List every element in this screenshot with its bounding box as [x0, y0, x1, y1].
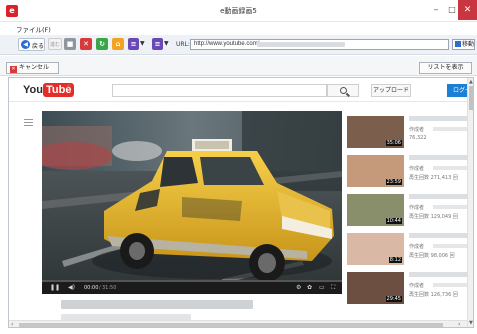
menu-file[interactable]: ファイル(F) [16, 24, 51, 34]
volume-icon[interactable]: ◀) [68, 284, 75, 291]
youtube-logo-you[interactable]: You [23, 84, 43, 96]
action-bar: ✕ キャンセル リストを表示 [0, 56, 477, 76]
menu-bar: ファイル(F) [0, 23, 477, 35]
video-thumbnail[interactable]: 29:45 [347, 272, 404, 304]
current-time: 00:00 [84, 285, 99, 291]
related-views: 再生回数 126,736 回 [409, 292, 458, 298]
horizontal-scroll-thumb[interactable] [19, 323, 443, 327]
related-channel: 作成者 [409, 205, 425, 211]
youtube-header: You Tube JP アップロード ログイ [9, 78, 473, 102]
related-video-item[interactable]: 8:12 作成者再生回数 98,006 回 [347, 233, 472, 265]
youtube-search-input[interactable] [112, 84, 327, 97]
url-label: URL: [176, 41, 190, 48]
cancel-button[interactable]: ✕ キャンセル [6, 62, 59, 74]
title-bar: e e動画録画5 – □ ✕ [0, 0, 477, 22]
guide-menu-icon[interactable] [24, 119, 33, 128]
cancel-icon: ✕ [10, 66, 17, 73]
scroll-left-icon[interactable]: ‹ [11, 321, 13, 327]
thumbnail-duration: 10:44 [385, 218, 402, 224]
related-channel: 作成者 [409, 244, 425, 250]
tools-menu-icon[interactable]: ≡ [152, 38, 163, 50]
refresh-icon[interactable]: ↻ [96, 38, 108, 50]
related-views: 再生回数 129,049 回 [409, 214, 458, 220]
toolbar: ◀ 戻る 進む ■ ✕ ↻ ⌂ ≡ ▼ ≡ ▼ URL: http://www.… [0, 35, 477, 55]
related-video-item[interactable]: 29:45 作成者再生回数 126,736 回 [347, 272, 472, 304]
channel-name-redacted [433, 283, 469, 287]
scroll-up-icon[interactable]: ▲ [469, 79, 473, 85]
video-thumbnail[interactable]: 35:06 [347, 116, 404, 148]
theater-mode-icon[interactable]: ▭ [319, 284, 325, 291]
youtube-search-button[interactable] [327, 84, 359, 97]
go-icon [455, 41, 461, 47]
back-label: 戻る [32, 43, 45, 50]
related-views: 76,322 [409, 135, 427, 141]
thumbnail-duration: 29:45 [385, 296, 402, 302]
back-button[interactable]: ◀ 戻る [18, 38, 45, 51]
search-icon [340, 87, 347, 94]
related-video-item[interactable]: 23:59 作成者再生回数 271,413 回 [347, 155, 472, 187]
video-duration: 31:50 [102, 285, 117, 291]
home-icon[interactable]: ⌂ [112, 38, 124, 50]
thumbnail-duration: 23:59 [385, 179, 402, 185]
video-player[interactable]: ❚❚ ◀) 00:00 / 31:50 ⚙ ✿ ▭ ⛶ [42, 111, 342, 294]
related-channel: 作成者 [409, 283, 425, 289]
video-thumbnail[interactable]: 10:44 [347, 194, 404, 226]
forward-button[interactable]: 進む [48, 38, 62, 50]
related-video-item[interactable]: 10:44 作成者再生回数 129,049 回 [347, 194, 472, 226]
related-title-redacted [409, 155, 469, 160]
related-video-item[interactable]: 35:06 作成者 76,322 [347, 116, 472, 148]
youtube-region: JP [67, 84, 71, 89]
thumbnail-duration: 8:12 [388, 257, 402, 263]
record-dropdown-icon[interactable]: ▼ [140, 40, 145, 47]
related-title-redacted [409, 272, 469, 277]
time-separator: / [99, 285, 101, 291]
window-title: e動画録画5 [220, 7, 257, 15]
upload-button[interactable]: アップロード [371, 84, 411, 97]
related-title-redacted [409, 194, 469, 199]
related-views: 再生回数 98,006 回 [409, 253, 455, 259]
related-title-redacted [409, 116, 469, 121]
video-thumbnail[interactable]: 23:59 [347, 155, 404, 187]
vertical-scroll-thumb[interactable] [469, 86, 473, 110]
video-frame [42, 111, 342, 294]
related-channel: 作成者 [409, 166, 425, 172]
url-redacted [257, 42, 345, 47]
channel-name-redacted [433, 166, 469, 170]
video-title-redacted [61, 300, 253, 309]
related-views: 再生回数 271,413 回 [409, 175, 458, 181]
stop-icon[interactable]: ■ [64, 38, 76, 50]
video-thumbnail[interactable]: 8:12 [347, 233, 404, 265]
close-button[interactable]: ✕ [458, 0, 477, 20]
show-list-button[interactable]: リストを表示 [419, 62, 472, 74]
related-title-redacted [409, 233, 469, 238]
progress-bar[interactable] [42, 280, 342, 282]
channel-name-redacted [433, 244, 469, 248]
go-button[interactable]: 移動 [452, 39, 475, 50]
cancel-red-icon[interactable]: ✕ [80, 38, 92, 50]
scroll-right-icon[interactable]: › [458, 321, 460, 327]
settings-icon[interactable]: ⚙ [296, 284, 301, 291]
scroll-down-icon[interactable]: ▼ [469, 320, 473, 326]
thumbnail-duration: 35:06 [385, 140, 402, 146]
horizontal-scrollbar[interactable]: ‹ › [9, 320, 467, 327]
channel-name-redacted [433, 205, 469, 209]
record-menu-icon[interactable]: ≡ [128, 38, 139, 50]
fullscreen-icon[interactable]: ⛶ [331, 284, 335, 292]
play-pause-icon[interactable]: ❚❚ [50, 284, 60, 291]
browser-view: You Tube JP アップロード ログイ ❚❚ ◀) 00:00 / 31:… [8, 77, 474, 328]
minimize-button[interactable]: – [428, 0, 444, 20]
back-arrow-icon: ◀ [21, 40, 30, 49]
tools-dropdown-icon[interactable]: ▼ [164, 40, 169, 47]
player-controls: ❚❚ ◀) 00:00 / 31:50 ⚙ ✿ ▭ ⛶ [42, 280, 342, 294]
gear-icon[interactable]: ✿ [307, 284, 312, 291]
related-channel: 作成者 [409, 127, 425, 133]
vertical-scrollbar[interactable]: ▲ ▼ [467, 78, 473, 327]
go-label: 移動 [462, 41, 475, 48]
channel-name-redacted [433, 127, 469, 131]
cancel-label: キャンセル [19, 64, 50, 71]
